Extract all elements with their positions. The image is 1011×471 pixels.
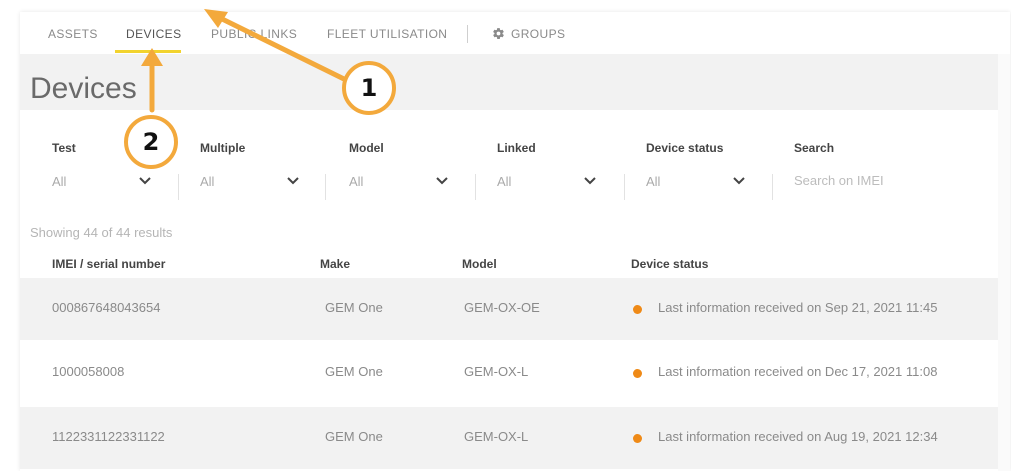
- tab-divider: [467, 25, 468, 43]
- app-frame: ASSETS DEVICES PUBLIC LINKS FLEET UTILIS…: [20, 12, 1010, 471]
- table-row[interactable]: 1000058008 GEM One GEM-OX-L Last informa…: [20, 342, 998, 404]
- make-cell: GEM One: [325, 364, 383, 379]
- column-header-make[interactable]: Make: [320, 257, 350, 271]
- model-cell: GEM-OX-L: [464, 364, 529, 379]
- results-count: Showing 44 of 44 results: [30, 225, 173, 240]
- status-dot-icon: [633, 434, 642, 443]
- active-tab-indicator: [115, 50, 181, 53]
- annotation-badge-1: 1: [342, 61, 396, 115]
- tab-public-links[interactable]: PUBLIC LINKS: [211, 27, 297, 41]
- filter-label: Test: [52, 141, 76, 155]
- filter-value: All: [646, 174, 661, 189]
- chevron-down-icon: [139, 177, 151, 185]
- table-row[interactable]: 1122331122331122 GEM One GEM-OX-L Last i…: [20, 407, 998, 469]
- tab-devices[interactable]: DEVICES: [126, 27, 181, 41]
- filter-value: All: [200, 174, 215, 189]
- tab-bar: ASSETS DEVICES PUBLIC LINKS FLEET UTILIS…: [20, 12, 1010, 54]
- table-row[interactable]: 000867648043654 GEM One GEM-OX-OE Last i…: [20, 278, 998, 340]
- filter-label: Multiple: [200, 141, 246, 155]
- page-title: Devices: [30, 72, 137, 105]
- filter-value: All: [349, 174, 364, 189]
- filter-divider: [325, 174, 326, 200]
- annotation-badge-2: 2: [124, 115, 178, 169]
- chevron-down-icon: [584, 177, 596, 185]
- filter-divider: [178, 174, 179, 200]
- tab-groups-label: GROUPS: [511, 27, 566, 41]
- imei-cell: 000867648043654: [52, 300, 161, 315]
- status-dot-icon: [633, 369, 642, 378]
- filter-multiple[interactable]: Multiple All: [200, 110, 312, 202]
- search-label: Search: [794, 141, 835, 155]
- imei-cell: 1122331122331122: [52, 429, 165, 444]
- search-input[interactable]: [794, 168, 964, 192]
- filter-divider: [772, 174, 773, 200]
- tab-assets[interactable]: ASSETS: [48, 27, 98, 41]
- status-cell: Last information received on Dec 17, 202…: [658, 364, 938, 379]
- filter-linked[interactable]: Linked All: [497, 110, 609, 202]
- chevron-down-icon: [733, 177, 745, 185]
- make-cell: GEM One: [325, 429, 383, 444]
- filter-label: Model: [349, 141, 384, 155]
- filter-device-status[interactable]: Device status All: [646, 110, 758, 202]
- tab-groups[interactable]: GROUPS: [492, 27, 565, 41]
- column-header-device-status[interactable]: Device status: [631, 257, 708, 271]
- model-cell: GEM-OX-L: [464, 429, 529, 444]
- chevron-down-icon: [436, 177, 448, 185]
- column-header-imei[interactable]: IMEI / serial number: [52, 257, 165, 271]
- title-band: [20, 54, 998, 110]
- model-cell: GEM-OX-OE: [464, 300, 540, 315]
- filter-search: Search: [794, 110, 984, 202]
- filter-model[interactable]: Model All: [349, 110, 461, 202]
- column-header-model[interactable]: Model: [462, 257, 497, 271]
- filter-divider: [475, 174, 476, 200]
- imei-cell: 1000058008: [52, 364, 125, 379]
- filter-label: Device status: [646, 141, 724, 155]
- filter-value: All: [497, 174, 512, 189]
- tab-fleet-utilisation[interactable]: FLEET UTILISATION: [327, 27, 447, 41]
- filter-value: All: [52, 174, 67, 189]
- gear-icon: [493, 28, 504, 39]
- status-dot-icon: [633, 305, 642, 314]
- filter-label: Linked: [497, 141, 536, 155]
- status-cell: Last information received on Aug 19, 202…: [658, 429, 938, 444]
- filter-divider: [624, 174, 625, 200]
- status-cell: Last information received on Sep 21, 202…: [658, 300, 938, 315]
- make-cell: GEM One: [325, 300, 383, 315]
- chevron-down-icon: [287, 177, 299, 185]
